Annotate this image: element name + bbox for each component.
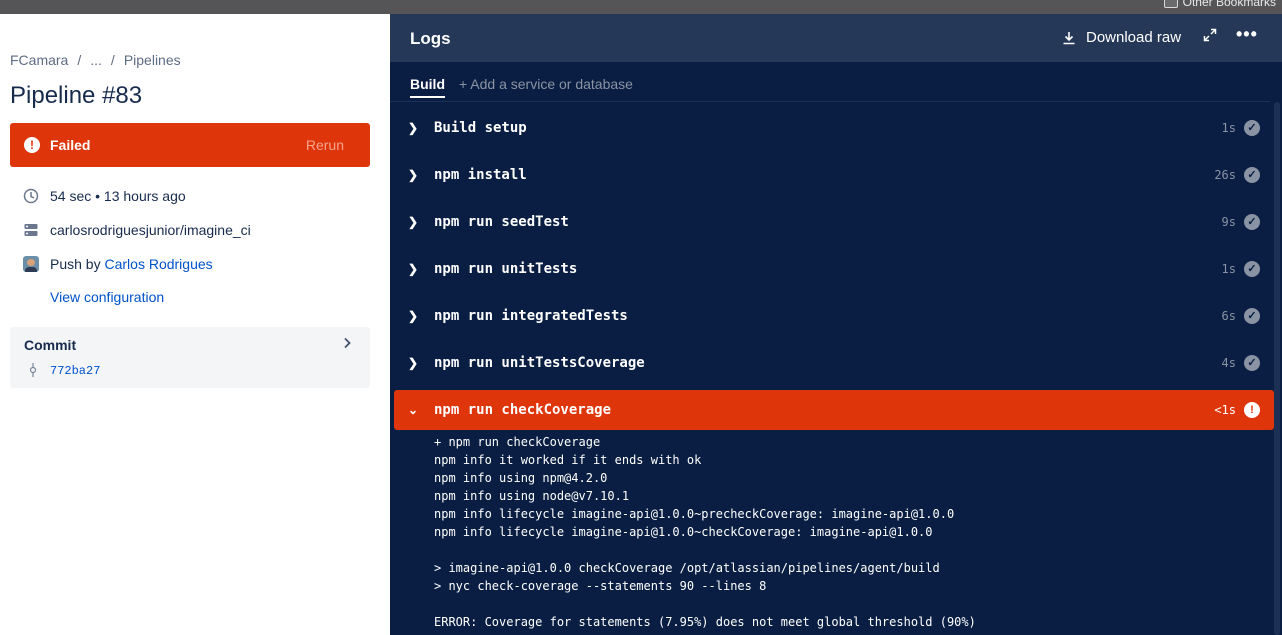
- clock-icon: [22, 187, 40, 205]
- step-row[interactable]: ❯ npm run integratedTests 6s ✓: [394, 292, 1274, 339]
- other-bookmarks[interactable]: Other Bookmarks: [1163, 0, 1276, 9]
- log-line: npm info using node@v7.10.1: [434, 489, 630, 503]
- browser-bookmarks-bar: Other Bookmarks: [0, 0, 1282, 14]
- download-raw-label: Download raw: [1086, 29, 1182, 46]
- pipeline-summary-panel: FCamara / ... / Pipelines Pipeline #83 !…: [0, 14, 390, 635]
- breadcrumb-separator: /: [77, 52, 82, 68]
- trigger-row: Push by Carlos Rodrigues: [22, 255, 213, 273]
- duration-text: 54 sec • 13 hours ago: [50, 188, 186, 204]
- step-name: npm install: [434, 166, 527, 183]
- repository-icon: [22, 221, 40, 239]
- log-line: npm info using npm@4.2.0: [434, 471, 608, 485]
- trigger-prefix: Push by: [50, 256, 101, 272]
- download-icon: [1063, 31, 1075, 44]
- chevron-right-icon: ❯: [408, 214, 419, 229]
- breadcrumb: FCamara / ... / Pipelines: [10, 52, 181, 68]
- step-name: npm run unitTestsCoverage: [434, 354, 645, 371]
- add-service-link[interactable]: + Add a service or database: [459, 76, 633, 98]
- chevron-right-icon: ❯: [408, 308, 419, 323]
- breadcrumb-pipelines[interactable]: Pipelines: [124, 52, 181, 68]
- chevron-right-icon: ❯: [408, 167, 419, 182]
- folder-icon: [1163, 0, 1178, 8]
- log-line: npm info lifecycle imagine-api@1.0.0~pre…: [434, 507, 955, 521]
- step-duration: 4s: [1221, 355, 1236, 370]
- logs-title: Logs: [410, 29, 451, 48]
- status-banner: ! Failed Rerun: [10, 123, 370, 167]
- step-row[interactable]: ❯ Build setup 1s ✓: [394, 104, 1274, 151]
- step-duration: <1s: [1214, 403, 1236, 417]
- log-line: > nyc check-coverage --statements 90 --l…: [434, 579, 767, 593]
- step-duration: 9s: [1221, 214, 1236, 229]
- logs-header: Logs Download raw •••: [390, 14, 1282, 62]
- check-icon: ✓: [1244, 260, 1260, 277]
- step-name: npm run seedTest: [434, 213, 569, 230]
- rerun-button[interactable]: Rerun: [306, 137, 344, 153]
- chevron-right-icon: ❯: [408, 120, 419, 135]
- breadcrumb-workspace[interactable]: FCamara: [10, 52, 68, 68]
- more-options-icon[interactable]: •••: [1236, 24, 1258, 45]
- tab-build[interactable]: Build: [410, 76, 445, 98]
- step-row[interactable]: ❯ npm install 26s ✓: [394, 151, 1274, 198]
- check-icon: ✓: [1244, 354, 1260, 371]
- step-list: ❯ Build setup 1s ✓ ❯ npm install 26s ✓ ❯…: [394, 104, 1274, 430]
- chevron-right-icon: ❯: [408, 355, 419, 370]
- expand-icon[interactable]: [1203, 28, 1217, 46]
- error-icon: !: [1244, 402, 1260, 418]
- step-row[interactable]: ❯ npm run seedTest 9s ✓: [394, 198, 1274, 245]
- step-row[interactable]: ❯ npm run unitTests 1s ✓: [394, 245, 1274, 292]
- error-icon: !: [24, 137, 40, 153]
- tab-divider: [390, 101, 1270, 102]
- view-configuration-link[interactable]: View configuration: [50, 289, 164, 305]
- page-title: Pipeline #83: [10, 82, 143, 109]
- step-row-failed[interactable]: ⌄ npm run checkCoverage <1s !: [394, 390, 1274, 430]
- step-name: npm run unitTests: [434, 260, 578, 277]
- download-raw-button[interactable]: Download raw: [1062, 29, 1181, 46]
- view-configuration-row: View configuration: [50, 289, 164, 305]
- log-line: npm info lifecycle imagine-api@1.0.0~che…: [434, 525, 933, 539]
- duration-row: 54 sec • 13 hours ago: [22, 187, 186, 205]
- log-tabs: Build + Add a service or database: [410, 76, 633, 98]
- log-line: npm info it worked if it ends with ok: [434, 453, 702, 467]
- commit-hash-link[interactable]: 772ba27: [50, 364, 100, 378]
- check-icon: ✓: [1244, 166, 1260, 183]
- log-line: > imagine-api@1.0.0 checkCoverage /opt/a…: [434, 561, 940, 575]
- logs-panel: Logs Download raw ••• Build + Add a serv…: [390, 14, 1282, 635]
- step-duration: 1s: [1221, 120, 1236, 135]
- step-name: npm run integratedTests: [434, 307, 628, 324]
- step-duration: 6s: [1221, 308, 1236, 323]
- check-icon: ✓: [1244, 213, 1260, 230]
- step-name: npm run checkCoverage: [434, 402, 612, 418]
- log-line: ERROR: Coverage for statements (7.95%) d…: [434, 615, 976, 629]
- check-icon: ✓: [1244, 119, 1260, 136]
- repository-row: carlosrodriguesjunior/imagine_ci: [22, 221, 251, 239]
- step-name: Build setup: [434, 119, 527, 136]
- repository-name[interactable]: carlosrodriguesjunior/imagine_ci: [50, 222, 251, 238]
- step-output: + npm run checkCoverage npm info it worke…: [434, 433, 976, 631]
- log-line: + npm run checkCoverage: [434, 435, 601, 449]
- other-bookmarks-label: Other Bookmarks: [1182, 0, 1276, 9]
- check-icon: ✓: [1244, 307, 1260, 324]
- chevron-down-icon: ⌄: [408, 403, 419, 417]
- commit-panel[interactable]: Commit 772ba27: [10, 327, 370, 388]
- avatar: [23, 256, 39, 272]
- step-duration: 1s: [1221, 261, 1236, 276]
- status-label: Failed: [50, 137, 91, 153]
- breadcrumb-separator: /: [110, 52, 115, 68]
- avatar-wrapper: [22, 255, 40, 273]
- chevron-right-icon: [342, 336, 352, 352]
- commit-icon: [28, 363, 38, 380]
- breadcrumb-ellipsis[interactable]: ...: [90, 52, 102, 68]
- step-duration: 26s: [1214, 167, 1236, 182]
- step-row[interactable]: ❯ npm run unitTestsCoverage 4s ✓: [394, 339, 1274, 386]
- chevron-right-icon: ❯: [408, 261, 419, 276]
- commit-heading: Commit: [24, 337, 77, 353]
- log-scrollbar[interactable]: [1274, 102, 1280, 635]
- trigger-user-link[interactable]: Carlos Rodrigues: [104, 256, 212, 272]
